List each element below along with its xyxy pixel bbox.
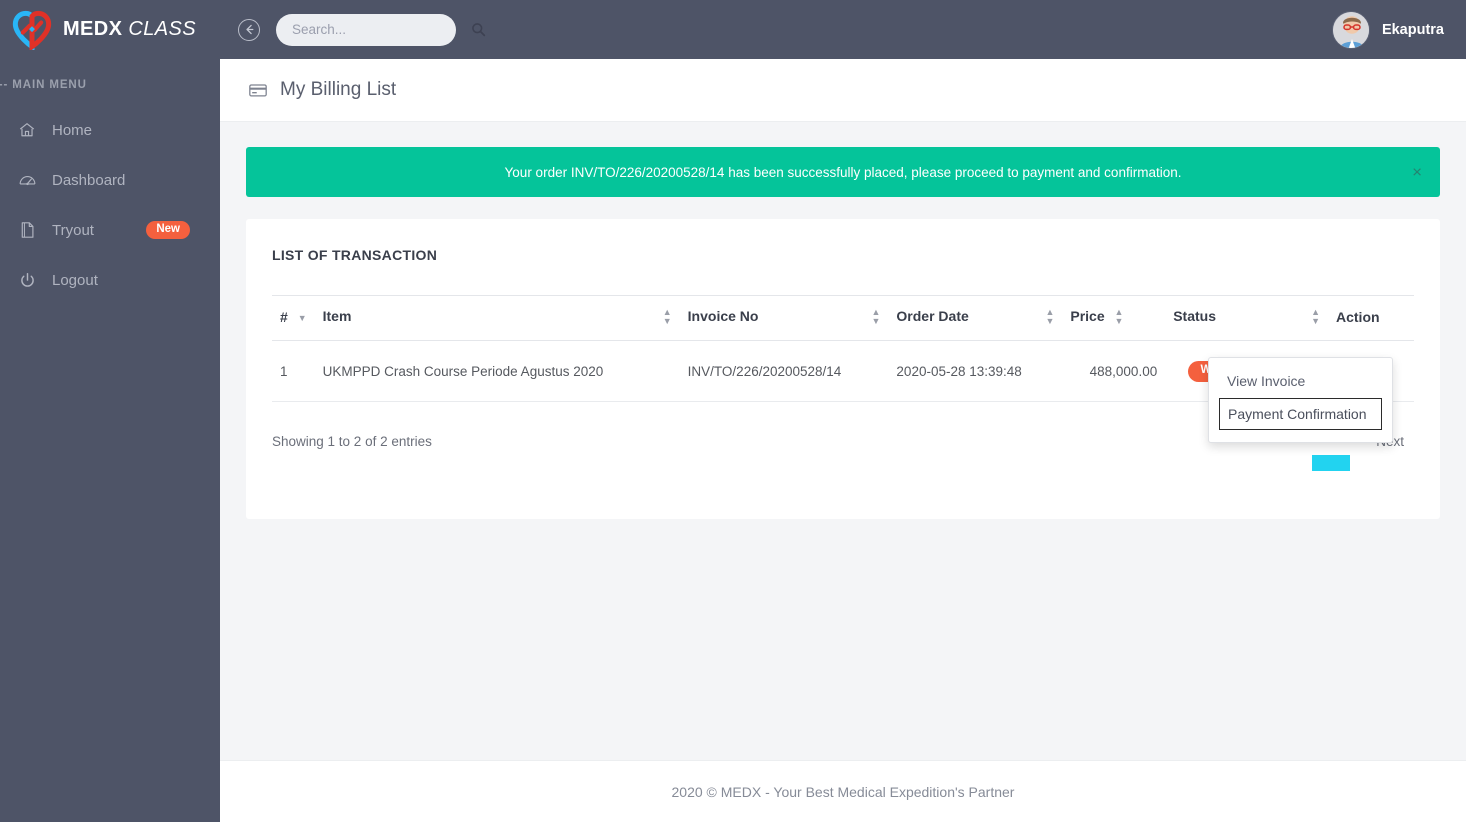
page-body: Your order INV/TO/226/20200528/14 has be…: [220, 122, 1466, 519]
brand-logo[interactable]: MEDX CLASS: [0, 0, 220, 59]
sort-indicator-icon: ▲ ▼: [1045, 307, 1055, 327]
sidebar-item-label: Dashboard: [52, 171, 126, 189]
sidebar-item-label: Tryout: [52, 221, 94, 239]
column-label: Status: [1173, 308, 1217, 325]
column-header-num[interactable]: # ▼: [272, 294, 315, 342]
card-title: LIST OF TRANSACTION: [272, 247, 438, 263]
footer-text: 2020 © MEDX - Your Best Medical Expediti…: [671, 783, 1015, 800]
home-icon: [16, 121, 38, 139]
sort-indicator-icon: ▲ ▼: [1114, 307, 1124, 327]
cell-item: UKMPPD Crash Course Periode Agustus 2020: [314, 340, 680, 403]
heart-logo-icon: [12, 10, 52, 51]
file-document-icon: [16, 221, 38, 239]
column-label: Action: [1336, 309, 1380, 326]
search-icon[interactable]: [471, 22, 486, 37]
column-label: Invoice No: [687, 308, 759, 325]
column-label: Price: [1070, 308, 1105, 324]
navbar-left-controls: [238, 13, 486, 46]
sort-indicator-icon: ▲ ▼: [662, 307, 672, 327]
row-action-dropdown: View Invoice Payment Confirmation: [1208, 357, 1393, 443]
close-icon[interactable]: ×: [1412, 164, 1422, 181]
main-content: My Billing List Your order INV/TO/226/20…: [220, 59, 1466, 822]
credit-card-icon: [248, 80, 268, 100]
speedometer-icon: [16, 171, 38, 190]
search-input[interactable]: [290, 21, 471, 38]
table-header-row: # ▼ Item ▲ ▼ Invoice No ▲ ▼ Order Date ▲…: [272, 294, 1414, 342]
column-header-status[interactable]: Status ▲ ▼: [1165, 294, 1328, 342]
cell-invoice-no: INV/TO/226/20200528/14: [679, 340, 889, 403]
sidebar-item-dashboard[interactable]: Dashboard: [0, 155, 220, 205]
column-label: Item: [322, 308, 352, 325]
brand-name-bold: MEDX: [63, 18, 123, 40]
showing-entries-info: Showing 1 to 2 of 2 entries: [272, 434, 432, 450]
pagination-active-page[interactable]: [1312, 455, 1350, 472]
cell-price: 488,000.00: [1062, 340, 1166, 403]
column-label: Order Date: [896, 308, 969, 325]
success-alert: Your order INV/TO/226/20200528/14 has be…: [246, 147, 1440, 197]
sort-indicator-icon: ▲ ▼: [1311, 307, 1320, 327]
avatar: [1331, 10, 1370, 49]
sidebar: --- MAIN MENU Home Dashboard Tryout New …: [0, 59, 220, 822]
back-arrow-circle-icon[interactable]: [238, 18, 260, 41]
sidebar-item-home[interactable]: Home: [0, 105, 220, 155]
user-menu[interactable]: Ekaputra: [1331, 10, 1466, 49]
column-header-invoice-no[interactable]: Invoice No ▲ ▼: [679, 294, 889, 342]
sidebar-section-title: --- MAIN MENU: [0, 79, 87, 91]
column-header-item[interactable]: Item ▲ ▼: [314, 294, 680, 342]
cell-num: 1: [272, 340, 315, 403]
dropdown-item-payment-confirmation[interactable]: Payment Confirmation: [1219, 398, 1382, 430]
page-footer: 2020 © MEDX - Your Best Medical Expediti…: [220, 760, 1466, 822]
top-navbar: MEDX CLASS Search... Ekaputra: [0, 0, 1466, 59]
user-name: Ekaputra: [1381, 21, 1444, 38]
cell-order-date: 2020-05-28 13:39:48: [888, 340, 1063, 403]
search-box[interactable]: [276, 13, 486, 46]
sidebar-badge-new: New: [146, 220, 190, 240]
dropdown-item-view-invoice[interactable]: View Invoice: [1209, 366, 1392, 396]
column-header-order-date[interactable]: Order Date ▲ ▼: [888, 294, 1063, 342]
page-title: My Billing List: [280, 79, 397, 100]
sidebar-item-label: Logout: [52, 271, 98, 289]
brand-text: MEDX CLASS: [63, 18, 196, 41]
column-label: #: [280, 309, 288, 326]
page-header: My Billing List: [220, 59, 1466, 122]
brand-name-light: CLASS: [128, 18, 196, 40]
sidebar-item-logout[interactable]: Logout: [0, 255, 220, 305]
transaction-card: LIST OF TRANSACTION # ▼ Item ▲ ▼ Invoice…: [246, 219, 1440, 519]
sort-indicator-icon: ▲ ▼: [871, 307, 881, 327]
table-head: # ▼ Item ▲ ▼ Invoice No ▲ ▼ Order Date ▲…: [272, 294, 1414, 342]
column-header-price[interactable]: Price ▲ ▼: [1062, 294, 1166, 342]
sort-indicator-icon: ▼: [297, 312, 307, 323]
sidebar-item-label: Home: [52, 121, 93, 139]
power-icon: [16, 272, 38, 289]
alert-message: Your order INV/TO/226/20200528/14 has be…: [504, 164, 1182, 180]
sidebar-item-tryout[interactable]: Tryout New: [0, 205, 220, 255]
column-header-action: Action: [1328, 294, 1414, 342]
